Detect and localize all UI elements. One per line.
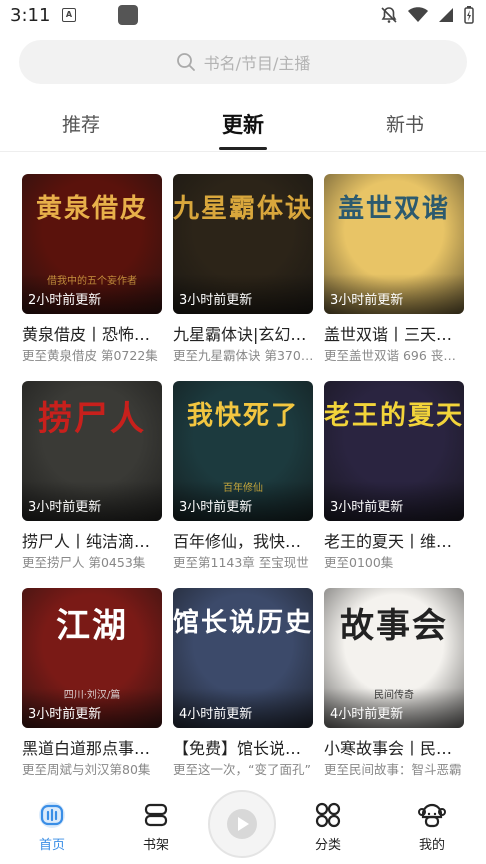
- book-cover-title: 故事会: [340, 606, 448, 646]
- mute-icon: [381, 7, 397, 23]
- update-time-badge: 2小时前更新: [28, 293, 102, 308]
- book-title[interactable]: 黑道白道那点事儿丨江湖: [22, 735, 164, 759]
- book-latest-episode: 更至第1143章 至宝现世: [173, 555, 309, 570]
- home-icon: [39, 802, 65, 828]
- update-time-badge: 3小时前更新: [179, 293, 253, 308]
- nav-category[interactable]: 分类: [298, 800, 358, 853]
- update-time-badge: 3小时前更新: [28, 707, 102, 722]
- status-icons: [380, 6, 474, 24]
- book-cover[interactable]: 馆长说历史 4小时前更新: [173, 588, 313, 728]
- tab-updates[interactable]: 更新: [222, 109, 264, 139]
- book-latest-episode: 更至黄泉借皮 第0722集: [22, 348, 158, 363]
- book-title[interactable]: 【免费】馆长说历史: [173, 735, 315, 759]
- notification-app-icon: [118, 5, 138, 25]
- signal-icon: [439, 8, 453, 22]
- book-cover-title: 盖世双谐: [337, 194, 450, 224]
- battery-icon: [464, 6, 474, 24]
- nav-home[interactable]: 首页: [22, 800, 82, 853]
- player-button[interactable]: [208, 790, 276, 858]
- nav-bookshelf[interactable]: 书架: [126, 800, 186, 853]
- book-cover-title: 黄泉借皮: [35, 194, 148, 224]
- book-cover-title: 老王的夏天: [324, 401, 464, 431]
- divider: [0, 151, 486, 152]
- nav-home-label: 首页: [38, 838, 65, 853]
- tab-new-books[interactable]: 新书: [386, 110, 424, 137]
- tab-indicator: [219, 147, 267, 150]
- book-cover[interactable]: 捞尸人 3小时前更新: [22, 381, 162, 521]
- play-icon: [227, 809, 257, 839]
- book-cover[interactable]: 我快死了百年修仙3小时前更新: [173, 381, 313, 521]
- book-title[interactable]: 九星霸体诀|玄幻修仙: [173, 321, 315, 345]
- update-time-badge: 4小时前更新: [179, 707, 253, 722]
- bookshelf-icon: [144, 803, 168, 827]
- nav-category-label: 分类: [314, 838, 341, 853]
- book-title[interactable]: 盖世双谐丨三天两觉: [324, 321, 466, 345]
- book-latest-episode: 更至0100集: [324, 555, 394, 570]
- book-cover-title: 我快死了: [186, 401, 299, 431]
- profile-icon: [418, 803, 446, 828]
- book-cover-title: 九星霸体诀: [173, 194, 313, 224]
- book-cover[interactable]: 故事会民间传奇4小时前更新: [324, 588, 464, 728]
- book-latest-episode: 更至民间故事：智斗恶霸: [324, 762, 462, 777]
- book-cover[interactable]: 盖世双谐 3小时前更新: [324, 174, 464, 314]
- category-icon: [315, 802, 341, 828]
- book-latest-episode: 更至周斌与刘汉第80集: [22, 762, 151, 777]
- update-time-badge: 3小时前更新: [330, 500, 404, 515]
- book-cover-title: 捞尸人: [38, 399, 146, 439]
- notification-a-icon: A: [62, 8, 76, 22]
- search-icon: [176, 53, 195, 71]
- update-time-badge: 4小时前更新: [330, 707, 404, 722]
- book-cover-title: 馆长说历史: [173, 608, 313, 638]
- book-latest-episode: 更至盖世双谐 696 丧门星: [324, 348, 466, 363]
- wifi-icon: [408, 7, 428, 22]
- status-bar: 3:11 A: [0, 0, 486, 32]
- tab-recommend[interactable]: 推荐: [62, 110, 100, 137]
- nav-profile-label: 我的: [418, 838, 445, 853]
- update-time-badge: 3小时前更新: [179, 500, 253, 515]
- update-time-badge: 3小时前更新: [330, 293, 404, 308]
- status-time: 3:11: [10, 5, 51, 26]
- book-cover[interactable]: 黄泉借皮借我中的五个妄作者2小时前更新: [22, 174, 162, 314]
- book-title[interactable]: 小寒故事会丨民间传说: [324, 735, 466, 759]
- tab-bar: 推荐 更新 新书: [0, 100, 486, 150]
- book-latest-episode: 更至捞尸人 第0453集: [22, 555, 146, 570]
- nav-profile[interactable]: 我的: [402, 800, 462, 853]
- book-cover[interactable]: 九星霸体诀 3小时前更新: [173, 174, 313, 314]
- book-latest-episode: 更至九星霸体诀 第3708集: [173, 348, 315, 363]
- book-title[interactable]: 百年修仙，我快死了: [173, 528, 315, 552]
- book-cover[interactable]: 老王的夏天 3小时前更新: [324, 381, 464, 521]
- book-cover-title: 江湖: [56, 606, 128, 646]
- book-cover[interactable]: 江湖四川·刘汉/篇3小时前更新: [22, 588, 162, 728]
- book-title[interactable]: 捞尸人丨纯洁滴小龙: [22, 528, 164, 552]
- book-title[interactable]: 老王的夏天丨维维安: [324, 528, 466, 552]
- search-placeholder: 书名/节目/主播: [203, 54, 311, 73]
- update-time-badge: 3小时前更新: [28, 500, 102, 515]
- book-latest-episode: 更至这一次，“变了面孔”: [173, 762, 311, 777]
- search-bar[interactable]: 书名/节目/主播: [19, 40, 467, 84]
- nav-bookshelf-label: 书架: [142, 838, 169, 853]
- book-title[interactable]: 黄泉借皮丨恐怖悬疑: [22, 321, 164, 345]
